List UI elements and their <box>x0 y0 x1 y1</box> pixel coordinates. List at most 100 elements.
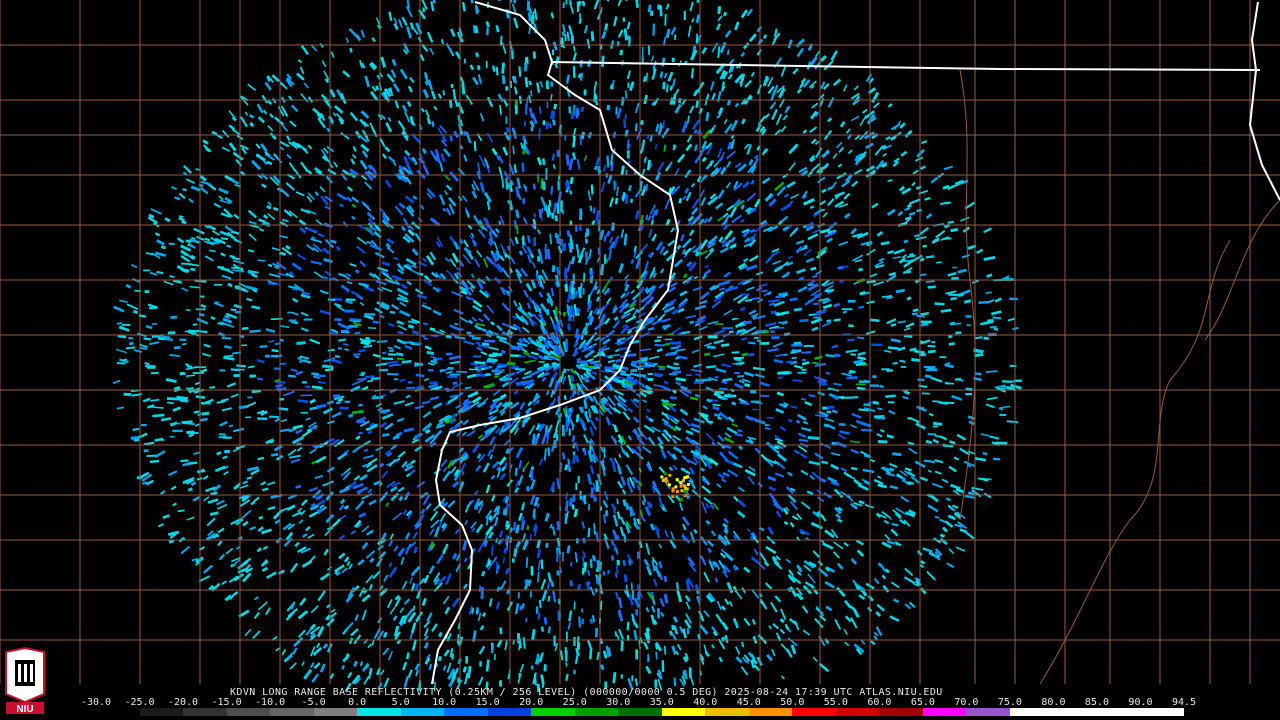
echo-gate <box>477 364 487 369</box>
echo-gate <box>724 598 730 606</box>
echo-gate <box>856 549 865 557</box>
echo-gate <box>920 476 929 482</box>
echo-gate <box>578 344 584 350</box>
echo-gate <box>299 597 307 607</box>
echo-gate <box>651 559 656 572</box>
echo-gate <box>451 414 457 418</box>
echo-gate <box>703 610 710 618</box>
echo-gate <box>774 595 782 603</box>
echo-gate <box>568 610 573 622</box>
echo-gate <box>221 274 232 280</box>
echo-gate <box>361 542 369 550</box>
echo-gate <box>393 400 405 405</box>
echo-gate <box>307 533 315 539</box>
echo-gate <box>515 209 520 219</box>
echo-gate <box>689 105 695 114</box>
echo-gate <box>163 280 174 286</box>
echo-gate <box>482 313 491 322</box>
echo-gate <box>685 143 693 152</box>
echo-gate <box>608 354 620 357</box>
echo-gate <box>572 442 576 449</box>
echo-gate <box>642 399 648 403</box>
echo-gate <box>906 203 912 208</box>
echo-gate <box>300 161 309 173</box>
echo-gate <box>447 500 456 508</box>
echo-gate <box>536 548 542 559</box>
echo-gate <box>304 385 311 389</box>
echo-gate <box>850 466 858 471</box>
echo-gate <box>974 456 987 462</box>
echo-gate <box>870 318 880 323</box>
echo-gate <box>756 25 763 33</box>
echo-gate <box>169 274 175 279</box>
echo-gate <box>347 186 354 192</box>
echo-gate <box>702 174 708 180</box>
echo-gate <box>420 204 425 210</box>
echo-gate <box>414 663 420 671</box>
echo-gate <box>374 307 383 314</box>
echo-gate <box>622 17 626 22</box>
echo-gate <box>498 220 502 226</box>
echo-gate <box>606 0 610 2</box>
echo-gate <box>565 673 569 682</box>
echo-gate <box>340 284 351 293</box>
echo-gate <box>402 615 408 625</box>
echo-gate <box>487 531 494 539</box>
echo-gate <box>462 419 469 426</box>
echo-gate <box>723 309 733 316</box>
echo-gate <box>847 338 855 342</box>
echo-gate <box>335 245 341 252</box>
echo-gate <box>925 255 935 259</box>
echo-gate <box>350 290 359 296</box>
echo-gate <box>961 254 970 259</box>
echo-gate <box>538 354 545 360</box>
echo-gate <box>779 425 787 432</box>
echo-gate <box>865 330 876 335</box>
echo-gate <box>257 456 265 461</box>
echo-gate <box>936 261 942 264</box>
echo-gate <box>932 482 944 489</box>
echo-gate <box>461 195 468 202</box>
echo-gate <box>879 384 885 389</box>
echo-gate <box>600 664 605 671</box>
echo-gate <box>662 249 669 256</box>
echo-gate <box>554 419 560 432</box>
echo-gate <box>934 515 940 519</box>
echo-gate <box>228 110 236 118</box>
echo-gate <box>423 627 429 637</box>
echo-gate <box>170 485 177 491</box>
echo-gate <box>876 603 885 612</box>
echo-gate <box>549 523 553 529</box>
echo-gate <box>586 394 595 403</box>
echo-gate <box>986 273 993 278</box>
echo-gate <box>604 366 616 371</box>
echo-gate <box>336 192 348 201</box>
echo-gate <box>712 502 719 511</box>
echo-gate <box>619 49 624 56</box>
echo-gate <box>351 203 357 209</box>
echo-gate <box>618 346 629 351</box>
echo-gate <box>713 392 723 399</box>
echo-gate <box>471 190 478 199</box>
echo-gate <box>922 244 928 248</box>
echo-gate <box>429 510 439 522</box>
echo-gate <box>684 169 692 179</box>
echo-gate <box>583 155 588 162</box>
echo-gate <box>557 321 561 332</box>
echo-gate <box>227 282 233 288</box>
echo-gate <box>411 133 422 144</box>
echo-gate <box>774 472 785 478</box>
echo-gate <box>658 496 664 508</box>
echo-gate <box>888 271 897 277</box>
echo-gate <box>483 191 492 203</box>
echo-gate <box>416 480 426 488</box>
echo-gate <box>681 238 692 249</box>
echo-gate <box>971 486 984 491</box>
echo-gate <box>116 362 126 365</box>
echo-gate <box>915 185 922 190</box>
echo-gate <box>646 159 651 171</box>
echo-gate <box>305 417 312 421</box>
echo-gate <box>221 580 227 585</box>
echo-gate <box>261 94 269 104</box>
echo-gate <box>588 248 592 259</box>
